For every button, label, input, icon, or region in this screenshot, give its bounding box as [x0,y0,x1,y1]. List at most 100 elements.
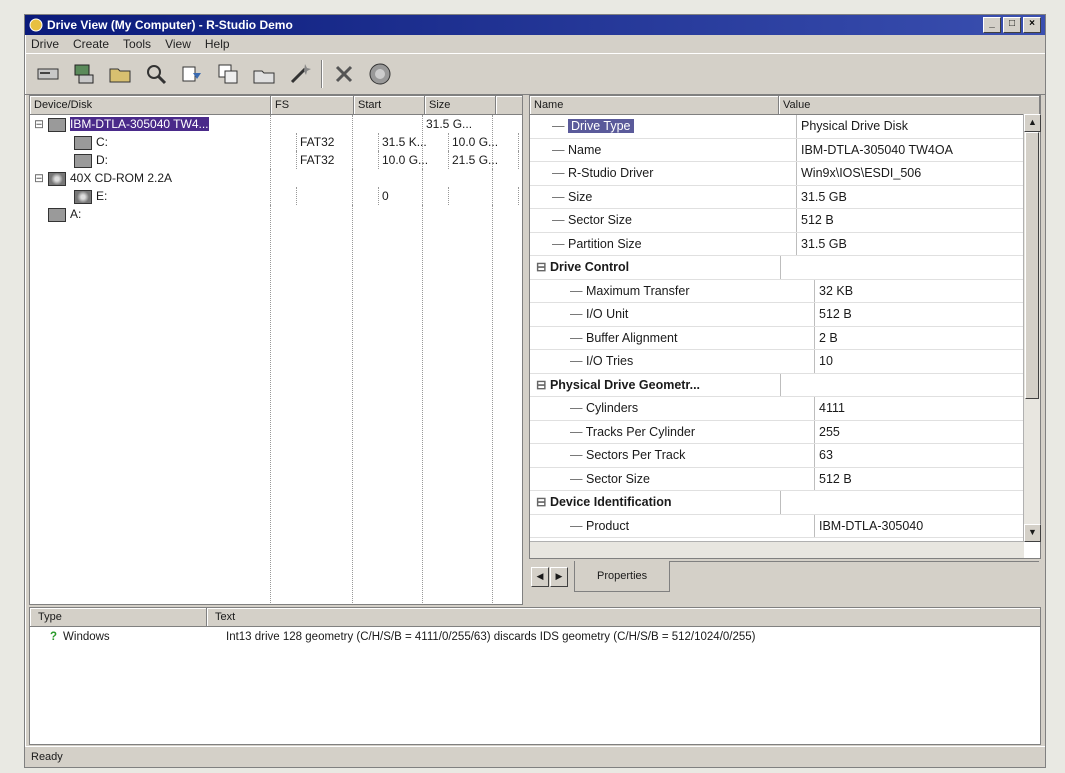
device-fs [271,115,353,133]
property-group-row[interactable]: ⊟ Physical Drive Geometr... [530,373,1024,397]
property-row[interactable]: — I/O Unit 512 B [530,303,1024,327]
info-icon[interactable] [365,59,395,89]
col-header-name[interactable]: Name [530,96,779,114]
menu-view[interactable]: View [165,37,191,51]
property-value: 512 B [819,471,852,486]
collapse-icon[interactable]: ⊟ [536,495,550,509]
tree-line-icon: — [570,401,586,415]
open-icon[interactable] [105,59,135,89]
properties-header: Name Value [530,96,1040,115]
properties-hscrollbar[interactable] [530,541,1024,558]
device-size [449,187,519,205]
property-row[interactable]: — R-Studio Driver Win9x\IOS\ESDI_506 [530,162,1024,186]
tree-line-icon: — [570,518,586,533]
wizard-icon[interactable] [285,59,315,89]
tab-prev-icon[interactable]: ◀ [531,567,549,587]
col-header-size[interactable]: Size [425,96,496,114]
device-fs: FAT32 [297,133,379,151]
property-row[interactable]: — Sector Size 512 B [530,467,1024,491]
property-value: 31.5 GB [801,236,847,251]
menu-help[interactable]: Help [205,37,230,51]
col-header-value[interactable]: Value [779,96,1040,114]
drives-icon[interactable] [33,59,63,89]
property-name: Buffer Alignment [585,330,678,345]
app-window: Drive View (My Computer) - R-Studio Demo… [24,14,1046,768]
property-value: IBM-DTLA-305040 [819,518,924,533]
log-header: Type Text [30,608,1040,627]
property-row[interactable]: — Cylinders 4111 [530,397,1024,421]
scroll-thumb[interactable] [1025,132,1039,399]
device-size: 10.0 G... [449,133,519,151]
property-name: Size [567,189,593,204]
connect-icon[interactable] [69,59,99,89]
close-button[interactable]: × [1023,17,1041,33]
col-header-start[interactable]: Start [354,96,425,114]
device-row[interactable]: A: [30,205,522,223]
toolbar-separator [321,60,323,88]
tree-line-icon: — [552,213,568,227]
device-tree: ⊟ IBM-DTLA-305040 TW4... 31.5 G... C: FAT32 3… [30,115,522,603]
title-bar[interactable]: Drive View (My Computer) - R-Studio Demo… [25,15,1045,35]
maximize-button[interactable]: □ [1003,17,1021,33]
properties-pane[interactable]: Name Value — Drive Type Physical Drive Di… [529,95,1041,559]
property-group-row[interactable]: ⊟ Drive Control [530,256,1024,280]
property-group-row[interactable]: ⊟ Device Identification [530,491,1024,515]
collapse-icon[interactable]: ⊟ [536,260,550,274]
property-row[interactable]: — Product IBM-DTLA-305040 [530,514,1024,538]
property-name: Device Identification [549,495,672,509]
property-row[interactable]: — Tracks Per Cylinder 255 [530,420,1024,444]
properties-vscrollbar[interactable]: ▲ ▼ [1023,114,1041,542]
stop-icon[interactable] [329,59,359,89]
device-size [423,169,493,187]
tab-properties[interactable]: Properties [574,561,671,592]
recover-marked-icon[interactable] [213,59,243,89]
device-row[interactable]: C: FAT32 31.5 K... 10.0 G... [30,133,522,151]
device-fs [297,187,379,205]
property-row[interactable]: — Name IBM-DTLA-305040 TW4OA [530,138,1024,162]
property-row[interactable]: — Buffer Alignment 2 B [530,326,1024,350]
device-fs: FAT32 [297,151,379,169]
property-row[interactable]: — Drive Type Physical Drive Disk [530,115,1024,139]
minimize-button[interactable]: _ [983,17,1001,33]
device-row[interactable]: ⊟ IBM-DTLA-305040 TW4... 31.5 G... [30,115,522,133]
tab-next-icon[interactable]: ▶ [550,567,568,587]
log-pane[interactable]: Type Text ? Windows Int13 drive 128 geom… [29,607,1041,745]
log-col-type[interactable]: Type [30,608,207,626]
partition-icon [74,135,92,150]
property-row[interactable]: — Size 31.5 GB [530,185,1024,209]
device-row[interactable]: ⊟ 40X CD-ROM 2.2A [30,169,522,187]
tree-line-icon: — [570,448,586,462]
collapse-icon[interactable]: ⊟ [536,378,550,392]
property-value: 2 B [819,330,838,345]
scroll-up-icon[interactable]: ▲ [1024,114,1041,132]
device-row[interactable]: D: FAT32 10.0 G... 21.5 G... [30,151,522,169]
device-list-pane[interactable]: Device/Disk FS Start Size ⊟ IBM-DTLA-3050… [29,95,523,605]
log-row[interactable]: ? Windows Int13 drive 128 geometry (C/H/… [30,627,1040,647]
tree-expander-icon[interactable]: ⊟ [34,115,48,133]
menu-tools[interactable]: Tools [123,37,151,51]
property-name: Sectors Per Track [585,448,686,462]
scan-icon[interactable] [141,59,171,89]
image-icon[interactable] [249,59,279,89]
col-header-fs[interactable]: FS [271,96,354,114]
property-row[interactable]: — Maximum Transfer 32 KB [530,279,1024,303]
device-row[interactable]: E: 0 [30,187,522,205]
log-col-text[interactable]: Text [207,608,1040,626]
property-name: I/O Tries [585,354,634,368]
device-size: 21.5 G... [449,151,519,169]
device-label: 40X CD-ROM 2.2A [70,171,173,185]
property-name: Sector Size [567,213,632,227]
property-name: Physical Drive Geometr... [549,377,701,392]
property-row[interactable]: — I/O Tries 10 [530,350,1024,374]
menu-drive[interactable]: Drive [31,37,59,51]
property-row[interactable]: — Sectors Per Track 63 [530,444,1024,468]
property-value [781,374,1024,397]
scroll-down-icon[interactable]: ▼ [1024,524,1041,542]
recover-icon[interactable] [177,59,207,89]
property-value: 4111 [819,401,845,415]
tree-expander-icon[interactable]: ⊟ [34,169,48,187]
menu-create[interactable]: Create [73,37,109,51]
property-row[interactable]: — Sector Size 512 B [530,209,1024,233]
property-row[interactable]: — Partition Size 31.5 GB [530,232,1024,256]
col-header-device[interactable]: Device/Disk [30,96,271,114]
